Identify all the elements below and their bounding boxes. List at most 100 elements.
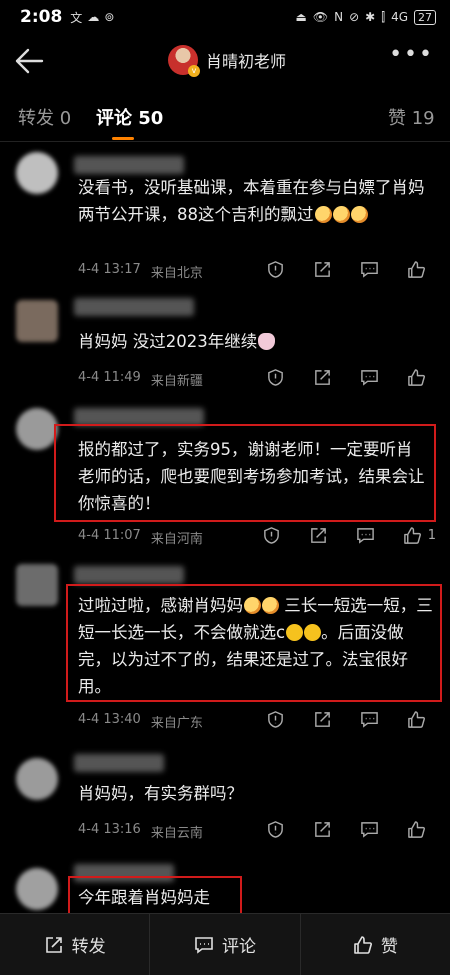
status-bar: 2:08 文 ☁ ⊚ ⏏ 👁 N ⊘ ✱ ⫿ 4G 27 — [0, 0, 450, 34]
comment-text: 没看书，没听基础课，本着重在参与白嫖了肖妈两节公开课，88这个吉利的飘过 — [78, 174, 436, 228]
smile-emoji-icon — [286, 624, 304, 641]
comment-location: 来自河南 — [150, 532, 203, 547]
repost-label: 转发 — [71, 937, 106, 957]
like-count: 1 — [427, 528, 436, 543]
report-icon[interactable] — [266, 368, 285, 387]
emoji-icon — [244, 597, 261, 614]
like-icon[interactable] — [403, 526, 422, 545]
like-label: 赞 — [380, 937, 398, 957]
comment-icon[interactable] — [360, 260, 379, 279]
repost-icon[interactable] — [313, 710, 332, 729]
comment-text: 肖妈妈 没过2023年继续 — [78, 328, 436, 355]
comment-actions — [266, 260, 432, 279]
like-icon — [354, 935, 372, 954]
comment-meta: 4-4 13:40 来自广东 — [78, 712, 203, 731]
smile-emoji-icon — [304, 624, 322, 641]
back-arrow-icon[interactable] — [12, 44, 46, 78]
comment-icon[interactable] — [356, 526, 375, 545]
comment-date: 4-4 11:07 — [78, 528, 141, 543]
repost-icon[interactable] — [313, 368, 332, 387]
comment-meta: 4-4 13:17 来自北京 — [78, 262, 203, 281]
nfc-icon: N — [334, 10, 344, 24]
avatar[interactable] — [16, 564, 58, 606]
battery-icon: 27 — [414, 9, 436, 25]
comment-date: 4-4 13:17 — [78, 262, 141, 277]
comment-text: 过啦过啦，感谢肖妈妈 三长一短选一短，三短一长选一长，不会做就选c 。后面没做完，… — [78, 592, 436, 700]
comment-text-body: 报的都过了，实务95，谢谢老师！一定要听肖老师的话，爬也要爬到考场参加考试，结果… — [78, 440, 425, 513]
comment-actions — [266, 368, 432, 387]
avatar[interactable] — [16, 868, 58, 910]
like-icon[interactable] — [407, 710, 426, 729]
tab-repost[interactable]: 转发 0 — [18, 104, 71, 130]
app-icon: ⊚ — [104, 10, 115, 24]
comment-icon — [195, 936, 213, 954]
author-avatar[interactable]: v — [168, 45, 200, 77]
repost-icon[interactable] — [309, 526, 328, 545]
comment-location: 来自北京 — [150, 266, 203, 281]
mute-icon: ⊘ — [349, 10, 360, 24]
comment-icon[interactable] — [360, 820, 379, 839]
comment-text: 今年跟着肖妈妈走 — [78, 884, 436, 911]
like-icon[interactable] — [407, 368, 426, 387]
comment-text: 报的都过了，实务95，谢谢老师！一定要听肖老师的话，爬也要爬到考场参加考试，结果… — [78, 436, 428, 517]
comment-date: 4-4 11:49 — [78, 370, 141, 385]
comment-actions — [266, 820, 432, 839]
username-blurred[interactable] — [74, 566, 184, 584]
signal-icon: ⫿ — [381, 9, 386, 24]
emoji-icon — [314, 206, 332, 223]
bunny-emoji-icon — [258, 333, 276, 350]
like-button[interactable]: 赞 — [301, 914, 450, 975]
username-blurred[interactable] — [74, 754, 164, 772]
avatar[interactable] — [16, 408, 58, 450]
more-icon[interactable]: ••• — [389, 44, 434, 66]
like-icon[interactable] — [407, 820, 426, 839]
header: v 肖晴初老师 ••• — [0, 34, 450, 88]
comment-date: 4-4 13:40 — [78, 712, 141, 727]
tab-comments[interactable]: 评论 50 — [96, 104, 163, 130]
status-left-icons: 文 ☁ ⊚ — [70, 9, 114, 26]
like-icon[interactable] — [407, 260, 426, 279]
tab-bar: 转发 0 评论 50 赞 19 — [0, 90, 450, 142]
emoji-icon — [332, 206, 350, 223]
comment-icon[interactable] — [360, 368, 379, 387]
comment-location: 来自广东 — [150, 716, 203, 731]
clock: 2:08 — [20, 7, 63, 27]
comment-text-body: 肖妈妈 没过2023年继续 — [78, 332, 258, 351]
comment-actions — [266, 710, 432, 729]
comment-location: 来自新疆 — [150, 374, 203, 389]
author-name[interactable]: 肖晴初老师 — [206, 48, 286, 72]
report-icon[interactable] — [266, 260, 285, 279]
network-type: 4G — [391, 10, 408, 24]
comment-meta: 4-4 13:16 来自云南 — [78, 822, 203, 841]
report-icon[interactable] — [262, 526, 281, 545]
repost-icon — [45, 936, 62, 953]
author-info[interactable]: v 肖晴初老师 — [168, 45, 286, 77]
repost-icon[interactable] — [313, 820, 332, 839]
avatar[interactable] — [16, 300, 58, 342]
comment-icon[interactable] — [360, 710, 379, 729]
report-icon[interactable] — [266, 820, 285, 839]
emoji-icon — [350, 206, 368, 223]
tab-likes[interactable]: 赞 19 — [388, 104, 435, 130]
comment-text-body: 今年跟着肖妈妈走 — [78, 888, 210, 907]
comment-text: 肖妈妈，有实务群吗？ — [78, 780, 436, 807]
username-blurred[interactable] — [74, 298, 194, 316]
comment-date: 4-4 13:16 — [78, 822, 141, 837]
username-blurred[interactable] — [74, 156, 184, 174]
translate-icon: 文 — [70, 10, 83, 25]
repost-icon[interactable] — [313, 260, 332, 279]
comment-text-body: 没看书，没听基础课，本着重在参与白嫖了肖妈两节公开课，88这个吉利的飘过 — [78, 178, 425, 224]
avatar[interactable] — [16, 152, 58, 194]
comment-meta: 4-4 11:07 来自河南 — [78, 528, 203, 547]
active-tab-indicator — [112, 137, 134, 140]
eye-icon: 👁 — [312, 10, 329, 24]
comment-actions: 1 — [262, 526, 436, 545]
report-icon[interactable] — [266, 710, 285, 729]
comment-meta: 4-4 11:49 来自新疆 — [78, 370, 203, 389]
comment-text-body: 肖妈妈，有实务群吗？ — [78, 784, 243, 803]
avatar[interactable] — [16, 758, 58, 800]
repost-button[interactable]: 转发 — [0, 914, 151, 975]
comment-text-body: 过啦过啦，感谢肖妈妈 — [78, 596, 243, 615]
bottom-action-bar: 转发 评论 赞 — [0, 913, 450, 975]
comment-button[interactable]: 评论 — [150, 914, 301, 975]
